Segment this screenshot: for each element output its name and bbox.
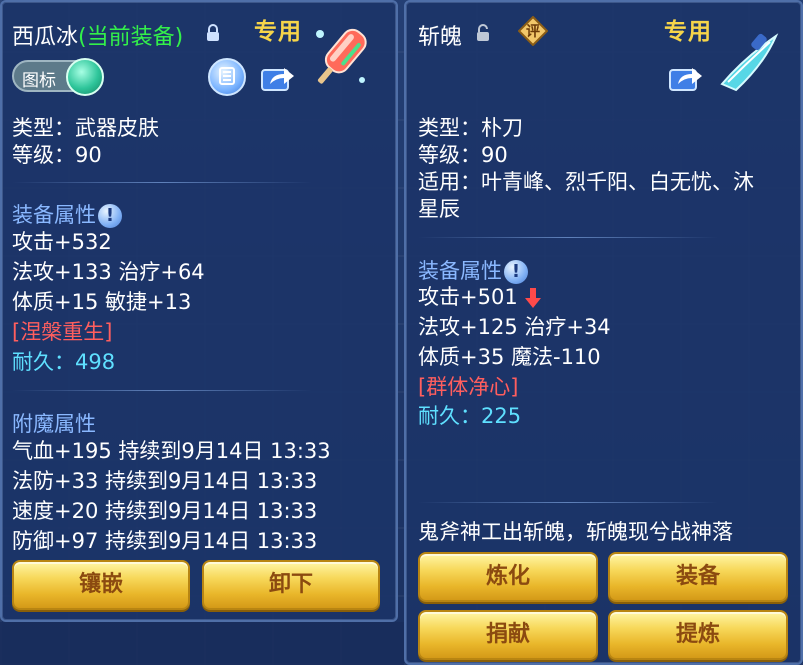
item-name: 斩魄 <box>418 25 463 50</box>
item-name: 西瓜冰 <box>12 25 79 50</box>
equip-button[interactable]: 装备 <box>608 552 788 602</box>
durability-value: 225 <box>481 404 522 428</box>
background-strip <box>0 622 404 665</box>
lock-icon[interactable] <box>206 24 220 42</box>
attr-line: 体质+15 敏捷+13 <box>12 290 192 314</box>
popsicle-weapon-icon <box>316 28 367 84</box>
icon-toggle[interactable]: 图标 <box>12 58 104 96</box>
enchant-line: 防御+97 持续到9月14日 13:33 <box>12 529 318 553</box>
special-skill: [群体净心] <box>418 375 519 399</box>
attr-line: 体质+35 魔法-110 <box>418 345 601 369</box>
arrow-down-icon <box>525 288 542 308</box>
enchant-line: 气血+195 持续到9月14日 13:33 <box>12 439 331 463</box>
attr-line-with-compare: 攻击+501 <box>418 284 542 310</box>
refine-button[interactable]: 炼化 <box>418 552 598 602</box>
durability: 耐久：225 <box>418 403 521 429</box>
divider <box>12 390 312 391</box>
special-label: 专用 <box>254 19 302 45</box>
unlock-icon[interactable] <box>476 24 490 42</box>
item-level: 等级：90 <box>12 143 102 167</box>
suitable-line: 适用：叶青峰、烈千阳、白无忧、沐 <box>418 170 754 194</box>
suitable-line: 星辰 <box>418 197 460 221</box>
divider <box>418 237 718 238</box>
item-type: 类型：武器皮肤 <box>12 116 159 140</box>
attr-line: 攻击+501 <box>418 285 518 309</box>
info-icon[interactable]: ! <box>504 260 528 284</box>
item-level: 等级：90 <box>418 143 508 167</box>
equipped-item-panel: 西瓜冰(当前装备) 专用 图标 类型：武器皮肤 等级：90 装备属性! 攻击+5… <box>0 0 398 622</box>
share-icon[interactable] <box>260 62 296 92</box>
special-label: 专用 <box>664 19 712 45</box>
compare-item-panel: 斩魄 评 专用 类型：朴刀 等级：90 适用：叶青峰、烈千阳、白无忧、沐 星辰 … <box>404 0 803 665</box>
divider <box>12 182 312 183</box>
equip-attr-title: 装备属性 <box>418 259 502 283</box>
donate-button[interactable]: 捐献 <box>418 610 598 660</box>
dye-icon[interactable] <box>208 58 246 96</box>
info-icon[interactable]: ! <box>98 204 122 228</box>
enchant-header: 附魔属性 <box>12 412 96 436</box>
durability-label: 耐久： <box>418 404 481 428</box>
share-icon[interactable] <box>668 62 704 92</box>
durability-label: 耐久： <box>12 350 75 374</box>
extract-button[interactable]: 提炼 <box>608 610 788 660</box>
rate-badge-icon[interactable]: 评 <box>518 16 548 46</box>
item-type: 类型：朴刀 <box>418 116 523 140</box>
inlay-button[interactable]: 镶嵌 <box>12 560 190 610</box>
equip-attr-header: 装备属性! <box>418 255 528 285</box>
durability: 耐久：498 <box>12 349 115 375</box>
rate-badge-label: 评 <box>526 24 540 40</box>
item-description: 鬼斧神工出斩魄，斩魄现兮战神落 <box>418 520 733 544</box>
equipped-status: (当前装备) <box>78 25 184 50</box>
equip-attr-title: 装备属性 <box>12 203 96 227</box>
toggle-label: 图标 <box>22 71 56 91</box>
enchant-line: 速度+20 持续到9月14日 13:33 <box>12 499 318 523</box>
attr-line: 法攻+133 治疗+64 <box>12 260 205 284</box>
durability-value: 498 <box>75 350 116 374</box>
enchant-line: 法防+33 持续到9月14日 13:33 <box>12 469 318 493</box>
equip-attr-header: 装备属性! <box>12 199 122 229</box>
special-skill: [涅槃重生] <box>12 320 113 344</box>
saber-weapon-icon <box>720 33 779 92</box>
attr-line: 法攻+125 治疗+34 <box>418 315 611 339</box>
item-title: 西瓜冰(当前装备) <box>12 19 183 51</box>
unequip-button[interactable]: 卸下 <box>202 560 380 610</box>
attr-line: 攻击+532 <box>12 230 112 254</box>
toggle-knob <box>66 58 104 96</box>
divider <box>418 502 718 503</box>
